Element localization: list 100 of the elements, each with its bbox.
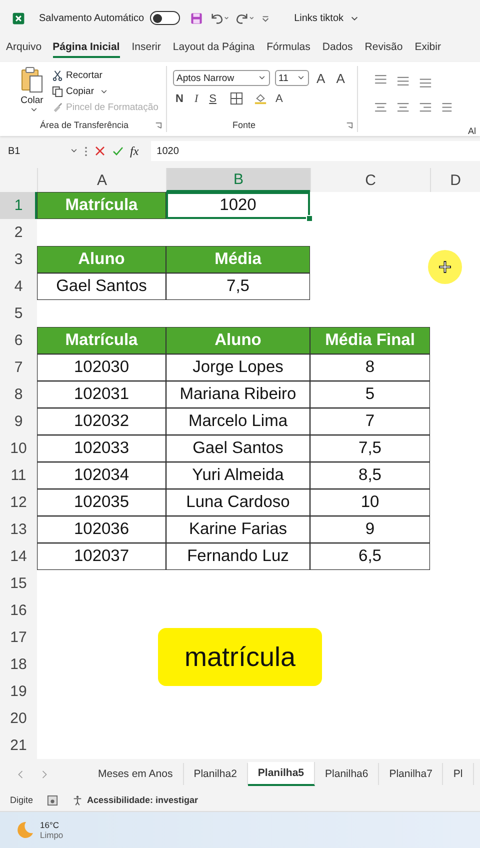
column-header[interactable]: C — [310, 168, 430, 192]
redo-icon[interactable] — [235, 11, 256, 25]
row-header[interactable]: 18 — [0, 651, 37, 678]
header-cell: Matrícula — [37, 327, 166, 354]
menu-tab[interactable]: Inserir — [132, 38, 161, 58]
sheet-tab[interactable]: Pl — [443, 763, 474, 785]
menu-tab[interactable]: Revisão — [364, 38, 403, 58]
caption-label: matrícula — [158, 628, 322, 686]
table-cell: 7,5 — [310, 435, 430, 462]
autosave-label: Salvamento Automático — [39, 12, 144, 24]
menu-tab[interactable]: Layout da Página — [172, 38, 255, 58]
table-cell: 9 — [310, 516, 430, 543]
row-header[interactable]: 7 — [0, 354, 37, 381]
row-header[interactable]: 2 — [0, 219, 37, 246]
sheet-tab[interactable]: Planilha7 — [379, 763, 444, 785]
sheet-tab[interactable]: Planilha5 — [248, 762, 316, 786]
launcher-icon[interactable] — [346, 122, 353, 128]
save-icon[interactable] — [190, 12, 204, 24]
caret-icon[interactable] — [30, 107, 38, 113]
sheet-tab[interactable]: Planilha6 — [315, 763, 380, 785]
insert-function-button[interactable]: fx — [130, 144, 139, 158]
row-header[interactable]: 8 — [0, 381, 37, 408]
undo-icon[interactable] — [209, 11, 230, 25]
file-name[interactable]: Links tiktok — [294, 12, 344, 24]
table-cell: 102033 — [37, 435, 166, 462]
row-header[interactable]: 4 — [0, 273, 37, 300]
brush-icon — [52, 102, 63, 113]
table-cell: 102035 — [37, 489, 166, 516]
table-cell: Gael Santos — [166, 435, 310, 462]
cancel-icon[interactable] — [94, 145, 106, 157]
menu-tab[interactable]: Página Inicial — [52, 38, 120, 58]
table-cell: 5 — [310, 381, 430, 408]
shrink-font-button[interactable]: A — [333, 70, 348, 86]
row-header[interactable]: 3 — [0, 246, 37, 273]
font-family-dropdown[interactable]: Aptos Narrow — [172, 70, 270, 86]
font-color-button[interactable]: A — [272, 92, 286, 104]
row-header[interactable]: 17 — [0, 624, 37, 651]
header-cell: Média — [166, 246, 310, 273]
header-cell: Aluno — [166, 327, 310, 354]
clipboard-icon[interactable] — [20, 66, 44, 94]
header-cell: Aluno — [37, 246, 166, 273]
table-cell: 7,5 — [166, 273, 310, 300]
table-cell: 102037 — [37, 543, 166, 570]
column-header[interactable]: B — [166, 168, 310, 192]
accessibility-icon — [72, 794, 84, 806]
launcher-icon[interactable] — [154, 122, 162, 128]
row-header[interactable]: 1 — [0, 192, 37, 219]
scissors-icon — [52, 70, 63, 81]
copy-icon — [52, 86, 63, 97]
clipboard-command[interactable]: Copiar — [66, 86, 94, 97]
table-cell: 8 — [310, 354, 430, 381]
row-header[interactable]: 15 — [0, 570, 37, 597]
paste-label[interactable]: Colar — [20, 95, 44, 106]
caret-icon — [296, 75, 305, 81]
font-style-button[interactable]: S — [206, 92, 220, 104]
cursor-highlight-icon — [427, 249, 463, 285]
autosave-toggle[interactable] — [150, 11, 180, 25]
menu-tab[interactable]: Fórmulas — [266, 38, 310, 58]
group-label: Área de Transferência — [40, 120, 129, 130]
row-header[interactable]: 13 — [0, 516, 37, 543]
caret-icon[interactable] — [100, 88, 108, 94]
customize-icon[interactable] — [261, 14, 270, 22]
font-style-button[interactable]: N — [172, 92, 186, 104]
row-header[interactable]: 5 — [0, 300, 37, 327]
row-header[interactable]: 21 — [0, 732, 37, 759]
row-header[interactable]: 14 — [0, 543, 37, 570]
sheet-tab[interactable]: Meses em Anos — [88, 763, 184, 785]
font-style-button[interactable]: I — [191, 92, 202, 104]
menu-tab[interactable]: Dados — [322, 38, 353, 58]
menu-tab[interactable]: Arquivo — [6, 38, 42, 58]
borders-icon[interactable] — [230, 92, 244, 105]
temperature: 16°C — [40, 820, 60, 830]
group-label: Al — [468, 126, 476, 136]
table-cell: Yuri Almeida — [166, 462, 310, 489]
table-cell: Jorge Lopes — [166, 354, 310, 381]
column-header[interactable]: D — [430, 168, 480, 192]
font-size-dropdown[interactable]: 11 — [274, 70, 309, 86]
row-header[interactable]: 12 — [0, 489, 37, 516]
status-mode: Digite — [10, 795, 34, 805]
accessibility-status[interactable]: Acessibilidade: investigar — [87, 795, 198, 805]
menu-tab[interactable]: Exibir — [414, 38, 441, 58]
row-header[interactable]: 19 — [0, 678, 37, 705]
check-icon[interactable] — [112, 145, 124, 157]
formula-field[interactable]: 1020 — [150, 141, 480, 161]
row-header[interactable]: 16 — [0, 597, 37, 624]
name-box[interactable]: B1 — [8, 146, 78, 156]
row-header[interactable]: 10 — [0, 435, 37, 462]
grow-font-button[interactable]: A — [314, 70, 328, 86]
header-cell: Matrícula — [37, 192, 166, 219]
table-cell: Fernando Luz — [166, 543, 310, 570]
clipboard-command[interactable]: Recortar — [66, 70, 102, 81]
macro-icon[interactable] — [47, 794, 58, 806]
row-header[interactable]: 20 — [0, 705, 37, 732]
row-header[interactable]: 6 — [0, 327, 37, 354]
row-header[interactable]: 9 — [0, 408, 37, 435]
table-cell: 102030 — [37, 354, 166, 381]
fill-color-icon[interactable] — [254, 92, 268, 105]
table-cell: Luna Cardoso — [166, 489, 310, 516]
header-cell: Média Final — [310, 327, 430, 354]
row-header[interactable]: 11 — [0, 462, 37, 489]
